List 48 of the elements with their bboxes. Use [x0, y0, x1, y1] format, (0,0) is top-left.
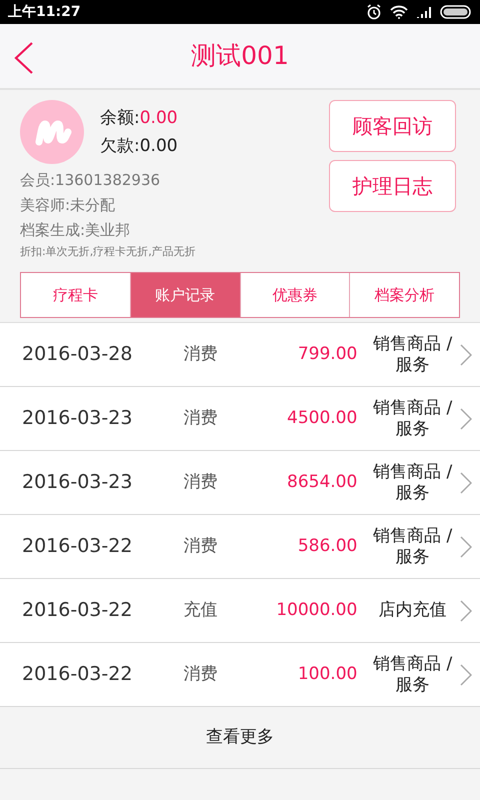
- chevron-icon: [460, 408, 472, 430]
- record-date: 2016-03-28: [22, 342, 134, 368]
- page-title: 测试001: [191, 40, 289, 72]
- profile-detail: 档案生成:美业邦: [20, 220, 132, 241]
- record-type: 消费: [182, 470, 219, 494]
- record-note: 销售商品 / 服务: [372, 654, 454, 696]
- record-note: 销售商品 / 服务: [372, 334, 454, 376]
- record-type: 消费: [182, 662, 219, 686]
- record-amount: 4500.00: [286, 406, 358, 430]
- view-more-link[interactable]: 查看更多: [206, 724, 274, 750]
- tab[interactable]: 账户记录: [130, 273, 240, 317]
- record-amount: 586.00: [296, 534, 358, 558]
- chevron-icon: [460, 664, 472, 686]
- wifi-icon: [390, 5, 408, 19]
- chevron-icon: [460, 472, 472, 494]
- record-note: 销售商品 / 服务: [372, 526, 454, 568]
- action-button[interactable]: 护理日志: [329, 160, 456, 212]
- record-type: 消费: [182, 534, 219, 558]
- record-date: 2016-03-22: [22, 598, 134, 624]
- record-type: 充值: [182, 598, 219, 622]
- chevron-icon: [460, 344, 472, 366]
- record-amount: 799.00: [296, 342, 358, 366]
- action-button[interactable]: 顾客回访: [329, 100, 456, 152]
- record-type: 消费: [182, 406, 219, 430]
- record-note: 销售商品 / 服务: [372, 398, 454, 440]
- record-note: 店内充值: [378, 600, 448, 621]
- record-date: 2016-03-23: [22, 470, 134, 496]
- battery-icon: [440, 5, 472, 19]
- signal-icon: [416, 6, 432, 18]
- alarm-icon: [366, 4, 382, 20]
- profile-detail: 折扣:单次无折,疗程卡无折,产品无折: [20, 244, 197, 260]
- record-amount: 100.00: [296, 662, 358, 686]
- avatar-logo-icon: [20, 100, 84, 164]
- record-type: 消费: [182, 342, 219, 366]
- record-row[interactable]: 2016-03-22 充值 10000.00 店内充值: [0, 579, 480, 643]
- record-note: 销售商品 / 服务: [372, 462, 454, 504]
- chevron-icon: [460, 600, 472, 622]
- profile-detail: 美容师:未分配: [20, 195, 116, 216]
- record-date: 2016-03-23: [22, 406, 134, 432]
- profile-detail: 会员:13601382936: [20, 170, 162, 191]
- record-amount: 10000.00: [275, 598, 358, 622]
- debt-text: 欠款:0.00: [100, 135, 178, 158]
- record-amount: 8654.00: [286, 470, 358, 494]
- chevron-icon: [460, 536, 472, 558]
- record-date: 2016-03-22: [22, 534, 134, 560]
- record-date: 2016-03-22: [22, 662, 134, 688]
- status-time: 上午11:27: [8, 2, 81, 22]
- balance-text: 余额:0.00: [100, 107, 178, 130]
